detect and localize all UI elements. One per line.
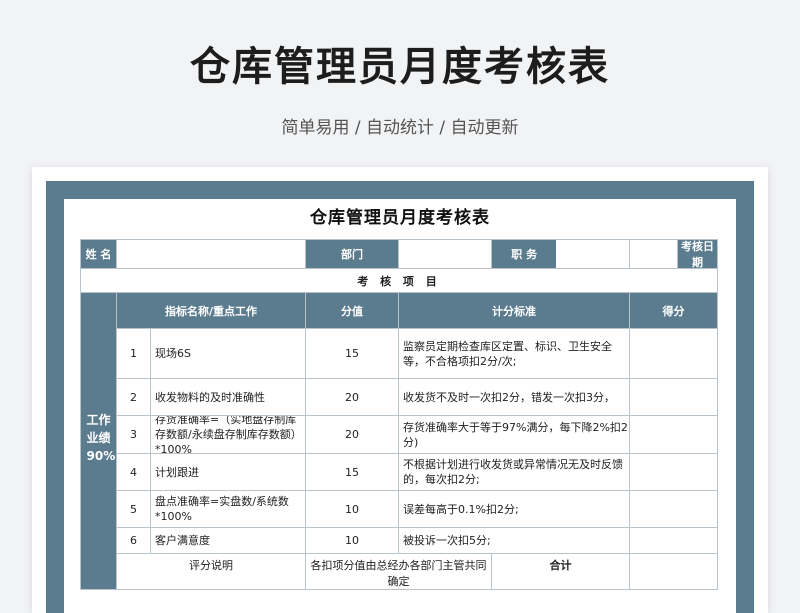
row-value: 20 — [305, 415, 399, 454]
row-name: 盘点准确率=实盘数/系统数*100% — [150, 490, 306, 528]
section-row: 考 核 项 目 — [80, 268, 718, 293]
score-header: 得分 — [629, 292, 718, 329]
row-name-cell: 存货准确率=（实地盘存制库存数额/永续盘存制库存数额）*100% — [150, 415, 306, 454]
sheet-title: 仓库管理员月度考核表 — [310, 208, 490, 228]
total-label: 合计 — [491, 553, 630, 590]
row-name: 客户满意度 — [150, 527, 306, 554]
row-criteria: 监察员定期检查库区定置、标识、卫生安全等，不合格项扣2分/次; — [398, 328, 630, 379]
category-label: 工作业绩90% — [86, 413, 116, 463]
row-name: 计划跟进 — [150, 453, 306, 491]
row-no: 2 — [116, 378, 151, 416]
date-gap — [631, 240, 678, 268]
row-score[interactable] — [629, 378, 718, 416]
row-no: 1 — [116, 328, 151, 379]
footer-row: 评分说明 各扣项分值由总经办各部门主管共同确定 合计 — [81, 553, 718, 590]
dept-field[interactable] — [398, 239, 492, 269]
row-value: 10 — [305, 490, 399, 528]
table-row: 5 盘点准确率=实盘数/系统数*100% 10 误差每高于0.1%扣2分; — [81, 490, 718, 528]
preview-card: 仓库管理员月度考核表 姓 名 部门 职 务 考核日期 考 核 项 目 工作业绩9… — [32, 167, 768, 613]
row-criteria: 误差每高于0.1%扣2分; — [398, 490, 630, 528]
footer-text: 各扣项分值由总经办各部门主管共同确定 — [305, 553, 492, 590]
position-field[interactable] — [556, 241, 628, 268]
sheet-frame: 仓库管理员月度考核表 姓 名 部门 职 务 考核日期 考 核 项 目 工作业绩9… — [46, 181, 754, 613]
row-no: 3 — [116, 415, 151, 454]
row-criteria: 收发货不及时一次扣2分，错发一次扣3分， — [398, 378, 630, 416]
footer-label: 评分说明 — [116, 553, 306, 590]
row-score[interactable] — [629, 453, 718, 491]
table-row: 1 现场6S 15 监察员定期检查库区定置、标识、卫生安全等，不合格项扣2分/次… — [81, 328, 718, 379]
sheet: 仓库管理员月度考核表 姓 名 部门 职 务 考核日期 考 核 项 目 工作业绩9… — [64, 199, 736, 613]
criteria-header: 计分标准 — [398, 292, 630, 329]
row-value: 10 — [305, 527, 399, 554]
info-row: 姓 名 部门 职 务 考核日期 — [80, 239, 718, 269]
total-value[interactable] — [629, 553, 718, 590]
section-title: 考 核 项 目 — [80, 268, 718, 293]
table-row: 6 客户满意度 10 被投诉一次扣5分; — [81, 527, 718, 554]
row-score[interactable] — [629, 490, 718, 528]
row-criteria: 被投诉一次扣5分; — [398, 527, 630, 554]
assessment-table: 姓 名 部门 职 务 考核日期 考 核 项 目 工作业绩90% 指标名称/重点工… — [80, 239, 718, 590]
dept-label: 部门 — [305, 239, 399, 269]
row-value: 20 — [305, 378, 399, 416]
name-label: 姓 名 — [80, 239, 117, 269]
table-row: 2 收发物料的及时准确性 20 收发货不及时一次扣2分，错发一次扣3分， — [81, 378, 718, 416]
row-value: 15 — [305, 453, 399, 491]
row-no: 5 — [116, 490, 151, 528]
row-name: 现场6S — [150, 328, 306, 379]
row-score[interactable] — [629, 328, 718, 379]
page-title: 仓库管理员月度考核表 — [190, 44, 610, 90]
position-cell: 职 务 — [491, 239, 630, 269]
date-label: 考核日期 — [678, 240, 717, 268]
row-name: 收发物料的及时准确性 — [150, 378, 306, 416]
row-value: 15 — [305, 328, 399, 379]
page-subtitle: 简单易用 / 自动统计 / 自动更新 — [281, 118, 519, 138]
row-criteria: 不根据计划进行收发货或异常情况无及时反馈的，每次扣2分; — [398, 453, 630, 491]
row-criteria: 存货准确率大于等于97%满分，每下降2%扣2分) — [398, 415, 630, 454]
category-cell: 工作业绩90% — [80, 292, 117, 590]
indicator-header: 指标名称/重点工作 — [116, 292, 306, 329]
row-no: 4 — [116, 453, 151, 491]
date-cell: 考核日期 — [629, 239, 718, 269]
table-row: 4 计划跟进 15 不根据计划进行收发货或异常情况无及时反馈的，每次扣2分; — [81, 453, 718, 491]
position-label: 职 务 — [492, 240, 557, 268]
row-no: 6 — [116, 527, 151, 554]
table-row: 3 存货准确率=（实地盘存制库存数额/永续盘存制库存数额）*100% 20 存货… — [81, 415, 718, 454]
name-field[interactable] — [116, 239, 306, 269]
row-score[interactable] — [629, 527, 718, 554]
row-name: 存货准确率=（实地盘存制库存数额/永续盘存制库存数额）*100% — [155, 416, 302, 453]
row-score[interactable] — [629, 415, 718, 454]
value-header: 分值 — [305, 292, 399, 329]
header-row: 工作业绩90% 指标名称/重点工作 分值 计分标准 得分 — [80, 292, 718, 590]
